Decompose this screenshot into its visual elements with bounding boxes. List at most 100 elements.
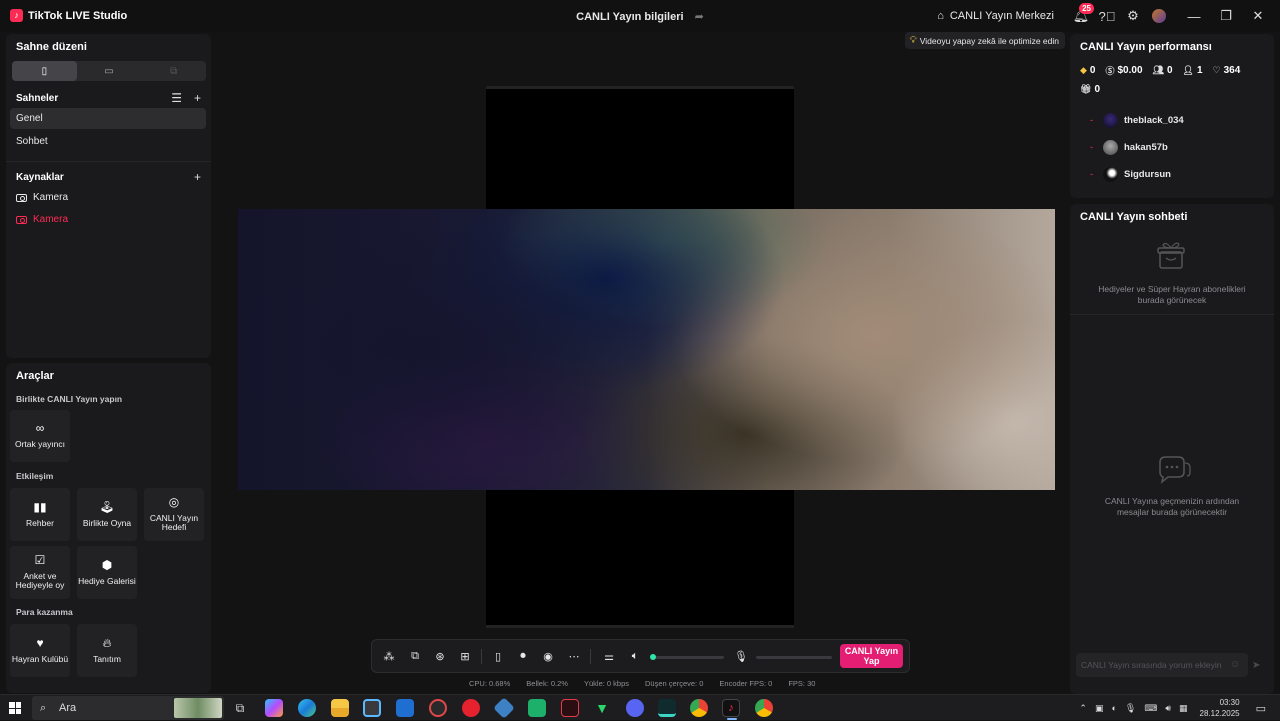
rank-dash: - (1090, 142, 1094, 153)
emoji-icon[interactable]: ☺ (1230, 659, 1240, 670)
task-view-icon[interactable]: ⧉ (231, 699, 249, 717)
speaker-volume-slider[interactable] (650, 654, 724, 660)
microphone-icon[interactable]: 🎙︎ (734, 649, 748, 663)
chrome-icon[interactable] (690, 699, 708, 717)
tray-app-icon[interactable]: ◐ (1111, 703, 1116, 713)
chat-title: CANLI Yayın sohbeti (1080, 211, 1188, 223)
scene-item-sohbet[interactable]: Sohbet (10, 131, 206, 152)
title-bar: ♪ TikTok LIVE Studio CANLI Yayın bilgile… (0, 0, 1280, 32)
go-live-button[interactable]: CANLI Yayın Yap (840, 644, 903, 668)
portrait-layout-button[interactable]: ▯ (12, 61, 77, 81)
tool-label: Anket ve Hediyeyle oy (15, 570, 65, 591)
capture-icon[interactable]: ◉ (541, 649, 555, 663)
record-icon[interactable]: ⏺ (516, 649, 530, 663)
tray-app-icon[interactable]: ▦ (1179, 703, 1188, 714)
settings-button[interactable]: ⚙ (1120, 0, 1146, 32)
top-viewer-item[interactable]: - Sigdursun (1090, 167, 1171, 182)
windows-start-icon[interactable] (9, 702, 21, 714)
messages-empty-message: CANLI Yayına geçmenizin ardından mesajla… (1104, 496, 1240, 518)
app-icon[interactable] (561, 699, 579, 717)
microphone-icon[interactable]: 🎙︎ (1125, 703, 1136, 714)
effects-icon[interactable]: ⊛ (433, 649, 447, 663)
play-together-tool[interactable]: 🕹︎ Birlikte Oyna (77, 488, 137, 541)
more-icon[interactable]: ⋯ (567, 649, 581, 663)
poll-gift-vote-tool[interactable]: ☑ Anket ve Hediyeyle oy (10, 546, 70, 599)
diamonds-metric: ◆ 0 (1080, 64, 1095, 77)
top-viewer-item[interactable]: - hakan57b (1090, 140, 1168, 155)
guide-tool[interactable]: ▮▮ Rehber (10, 488, 70, 541)
app-icon[interactable] (528, 699, 546, 717)
send-icon[interactable]: ➤ (1252, 660, 1260, 671)
metric-value: 1 (1196, 65, 1203, 76)
add-scene-icon[interactable]: + (194, 91, 201, 105)
chevron-up-icon[interactable]: ⌃ (1079, 703, 1087, 714)
scenes-title: Sahneler (16, 92, 59, 104)
notification-center-icon[interactable]: ▭ (1256, 702, 1266, 715)
landscape-layout-button[interactable]: ▭ (77, 61, 142, 81)
fan-club-tool[interactable]: ♥ Hayran Kulübü (10, 624, 70, 677)
speaker-icon[interactable]: 🔈︎ (628, 649, 642, 663)
followers-metric: 👤︎ 1 (1183, 64, 1203, 77)
promotion-tool[interactable]: 🔥︎ Tanıtım (77, 624, 137, 677)
add-source-icon[interactable]: + (194, 170, 201, 184)
notifications-button[interactable]: 🔔︎ 25 (1068, 0, 1094, 32)
close-button[interactable]: ✕ (1242, 0, 1274, 32)
file-explorer-icon[interactable] (331, 699, 349, 717)
gift-gallery-tool[interactable]: ⬢ Hediye Galerisi (77, 546, 137, 599)
store-icon[interactable] (363, 699, 381, 717)
minimize-button[interactable]: — (1178, 0, 1210, 32)
slider-handle[interactable] (650, 654, 656, 660)
mail-icon[interactable] (396, 699, 414, 717)
edge-icon[interactable] (298, 699, 316, 717)
book-icon: ▮▮ (33, 499, 47, 514)
mic-volume-slider[interactable] (756, 656, 832, 659)
taskbar-search[interactable]: ⌕ Ara (32, 696, 224, 720)
live-goal-tool[interactable]: ◎ CANLI Yayın Hedefi (144, 488, 204, 541)
source-item-camera[interactable]: Kamera (16, 192, 68, 203)
list-icon[interactable]: ☰ (171, 91, 182, 105)
viewer-name: Sigdursun (1124, 169, 1171, 180)
comment-input[interactable]: CANLI Yayın sırasında yorum ekleyin (1076, 653, 1248, 677)
chrome-icon[interactable] (755, 699, 773, 717)
discord-icon[interactable] (626, 699, 644, 717)
scene-item-genel[interactable]: Genel (10, 108, 206, 129)
tools-title: Araçlar (16, 370, 54, 382)
help-button[interactable]: ?⃝ (1094, 0, 1120, 32)
magic-wand-icon[interactable]: ⁂ (382, 649, 396, 663)
metric-value: 0 (1094, 84, 1100, 95)
rank-dash: - (1090, 115, 1094, 126)
tool-label: CANLI Yayın Hedefi (149, 512, 199, 533)
clock[interactable]: 03:30 28.12.2025 (1200, 697, 1240, 719)
mixer-icon[interactable]: ⚌ (602, 649, 616, 663)
gear-icon: ⚙ (1127, 8, 1139, 23)
maximize-button[interactable]: ❐ (1210, 0, 1242, 32)
media-swap-icon[interactable]: ⧉ (408, 649, 422, 663)
copilot-icon[interactable] (265, 699, 283, 717)
app-icon[interactable] (658, 699, 676, 717)
network-icon[interactable]: ⌨ (1144, 703, 1157, 714)
ai-optimize-button[interactable]: 💡︎ Videoyu yapay zekâ ile optimize edin (904, 32, 1065, 49)
dual-layout-button[interactable]: ⧉ (141, 61, 206, 81)
top-viewer-item[interactable]: - theblack_034 (1090, 113, 1184, 128)
app-icon[interactable] (493, 697, 515, 719)
camera-video-feed[interactable] (238, 209, 1055, 490)
live-center-button[interactable]: ⌂ CANLI Yayın Merkezi (937, 10, 1054, 22)
opera-icon[interactable] (462, 699, 480, 717)
add-media-icon[interactable]: ⊞ (458, 649, 472, 663)
source-item-camera-error[interactable]: Kamera (16, 214, 68, 225)
app-icon[interactable] (429, 699, 447, 717)
profile-button[interactable] (1146, 0, 1172, 32)
app-icon[interactable]: ▼ (593, 699, 611, 717)
co-host-tool[interactable]: ∞ Ortak yayıncı (10, 410, 70, 462)
share-icon[interactable]: ➦ (695, 10, 704, 23)
tray-app-icon[interactable]: ▣ (1095, 703, 1104, 714)
avatar (1103, 113, 1118, 128)
volume-icon[interactable]: 🔊︎ (1165, 703, 1171, 714)
phone-portrait-icon: ▯ (41, 65, 48, 77)
camera-icon (16, 215, 27, 224)
phone-icon[interactable]: ▯ (491, 649, 505, 663)
tiktok-live-studio-icon[interactable]: ♪ (722, 699, 740, 720)
target-icon: ◎ (168, 494, 180, 509)
sources-title: Kaynaklar (16, 171, 64, 183)
likes-metric: ♡ 364 (1213, 64, 1241, 77)
